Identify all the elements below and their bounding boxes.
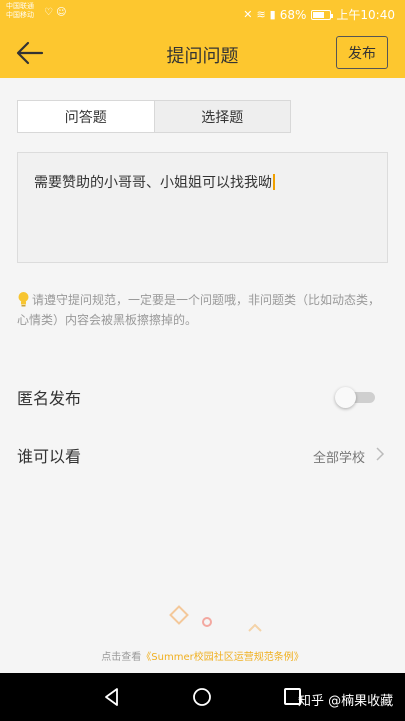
mute-icon: ✕ <box>243 8 253 21</box>
visibility-row[interactable]: 谁可以看 全部学校 <box>0 439 405 469</box>
text-caret <box>273 174 275 190</box>
status-bar: 中国联通 中国移动 ♡ ☺ ✕ ≋ ▮ 68% 上午10:40 <box>0 0 405 28</box>
regulation-link[interactable]: 《Summer校园社区运营规范条例》 <box>141 652 303 663</box>
signal-icon: ▮ <box>269 8 276 21</box>
anonymous-toggle[interactable] <box>335 387 377 408</box>
nav-back-icon[interactable] <box>102 687 122 707</box>
tip-text: 请遵守提问规范，一定要是一个问题哦，非问题类（比如动态类，心情类）内容会被黑板擦… <box>17 293 381 327</box>
nav-home-icon[interactable] <box>192 687 212 707</box>
posting-tip: 请遵守提问规范，一定要是一个问题哦，非问题类（比如动态类，心情类）内容会被黑板擦… <box>17 290 389 330</box>
message-icon: ♡ <box>44 7 53 18</box>
clock: 上午10:40 <box>336 8 395 22</box>
question-input[interactable]: 需要赞助的小哥哥、小姐姐可以找我呦 <box>17 152 388 263</box>
watermark: 知乎 @楠果收藏 <box>298 694 394 709</box>
battery-icon <box>311 9 334 20</box>
wifi-icon: ≋ <box>256 8 266 21</box>
notification-icons: ♡ ☺ <box>44 7 67 18</box>
footer-prefix: 点击查看 <box>101 652 142 663</box>
question-type-tabs: 问答题 选择题 <box>17 100 291 133</box>
toggle-knob <box>335 387 356 408</box>
question-text-wrap: 需要赞助的小哥哥、小姐姐可以找我呦 <box>34 172 275 192</box>
battery-percent: 68% <box>279 7 307 22</box>
visibility-label: 谁可以看 <box>17 447 82 466</box>
publish-button[interactable]: 发布 <box>336 36 388 69</box>
carrier-line-2: 中国移动 <box>6 11 34 19</box>
carrier-line-1: 中国联通 <box>6 2 34 10</box>
carrier-info: 中国联通 中国移动 <box>6 2 34 20</box>
question-text: 需要赞助的小哥哥、小姐姐可以找我呦 <box>34 175 272 191</box>
regulation-link-row: 点击查看《Summer校园社区运营规范条例》 <box>0 648 405 663</box>
anonymous-label: 匿名发布 <box>17 389 82 408</box>
anonymous-row: 匿名发布 <box>0 381 405 411</box>
system-nav-bar: 知乎 @楠果收藏 <box>0 673 405 721</box>
notification-icon: ☺ <box>56 7 67 18</box>
decorative-illustration <box>169 605 262 632</box>
status-right: ✕ ≋ ▮ 68% 上午10:40 <box>243 6 395 23</box>
tab-choice[interactable]: 选择题 <box>153 101 290 132</box>
lightbulb-icon <box>18 292 29 307</box>
visibility-value: 全部学校 <box>312 451 365 466</box>
chevron-right-icon <box>376 447 385 461</box>
tab-qa[interactable]: 问答题 <box>18 101 154 132</box>
app-header: 提问问题 发布 <box>0 28 405 78</box>
